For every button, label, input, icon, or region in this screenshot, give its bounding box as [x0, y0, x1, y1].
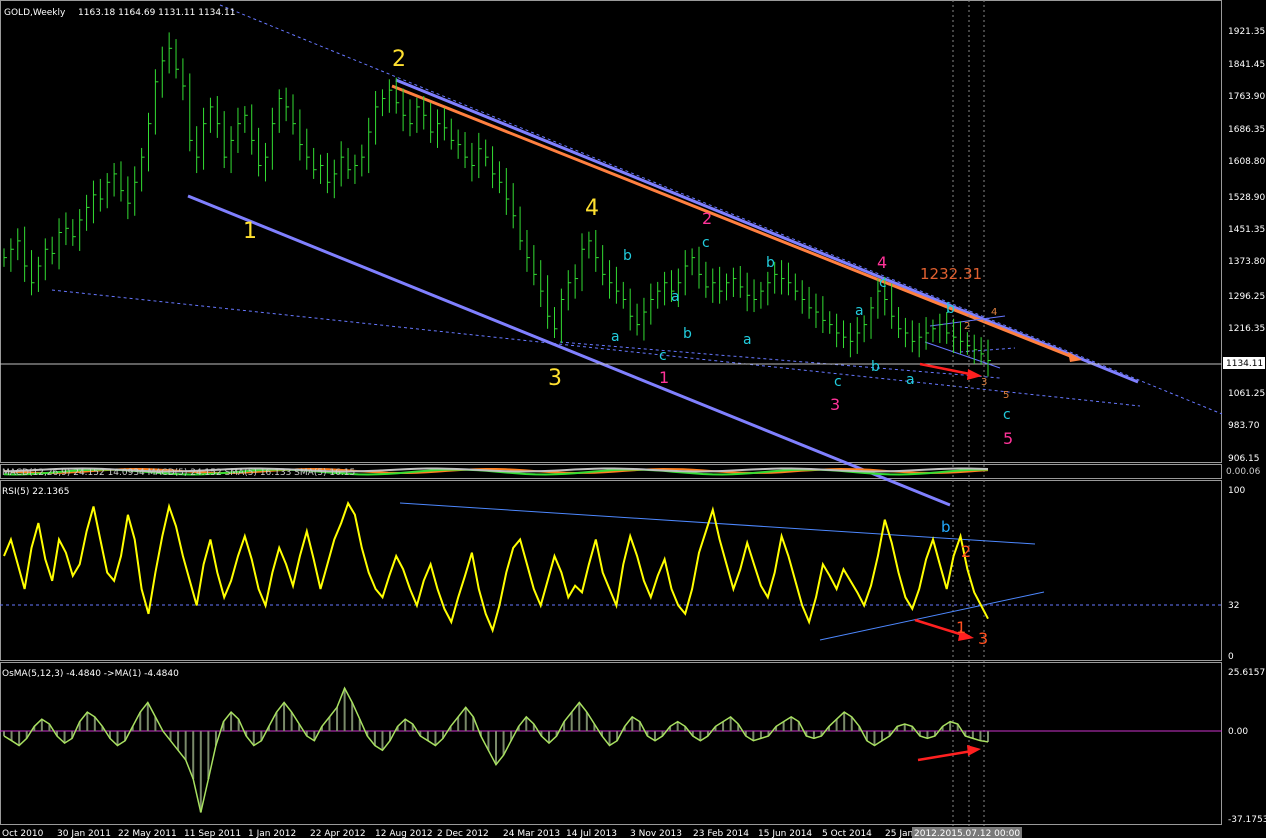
rsi-lower-trendline: [819, 591, 1045, 641]
red-arrow-price: [919, 362, 976, 377]
price-axis: 1921.35 1841.45 1763.90 1686.35 1608.80 …: [1223, 27, 1265, 464]
time-tick: 15 Jun 2014: [758, 829, 812, 838]
osma-axis: 25.6157 0.00 -37.1753: [1228, 668, 1266, 825]
time-tick: 2 Dec 2012: [437, 829, 489, 838]
time-tick: 14 Jul 2013: [566, 829, 617, 838]
red-arrowhead-price: [967, 369, 982, 380]
wave-label-magenta-5: 5: [1003, 429, 1013, 448]
wave-label-yellow-2: 2: [392, 47, 406, 72]
rsi-series: [3, 500, 989, 634]
wave-label-orange: 5: [1003, 390, 1009, 401]
channel-upper-line: [395, 78, 1139, 384]
rsi-label-3: 3: [978, 629, 988, 648]
trend-lines: [0, 0, 1223, 826]
wave-label-orange: 2: [964, 321, 970, 332]
time-tick: 22 Apr 2012: [310, 829, 366, 838]
wave-label-magenta-2: 2: [702, 209, 712, 228]
wave-label-cyan: a: [906, 372, 915, 388]
rsi-tick: 32: [1228, 601, 1239, 611]
osma-tick: 0.00: [1228, 727, 1248, 737]
panel-frames: [0, 0, 1222, 825]
red-arrow-osma: [917, 749, 973, 762]
wave-label-yellow-4: 4: [585, 196, 599, 221]
rsi-tick: 0: [1228, 652, 1234, 662]
chart-ohlc: 1163.18 1164.69 1131.11 1134.11: [78, 8, 235, 18]
wave-label-cyan: c: [1003, 407, 1011, 423]
time-tick: Oct 2010: [2, 829, 44, 838]
price-tick: 983.70: [1228, 421, 1260, 431]
upper-dashed-trendline: [219, 4, 1223, 415]
time-cursor-label: 2012.2015.07.12 00:00: [914, 829, 1020, 838]
wave-label-cyan: c: [702, 235, 710, 251]
lower-dashed-trendline: [51, 289, 1141, 407]
time-tick: 11 Sep 2011: [184, 829, 241, 838]
price-tick: 1296.25: [1228, 292, 1265, 302]
osma-tick: -37.1753: [1228, 815, 1266, 825]
rsi-label-2: 2: [961, 542, 971, 561]
price-tick: 1608.80: [1228, 157, 1265, 167]
wave-label-magenta-4: 4: [877, 253, 887, 272]
osma-series: [3, 686, 989, 813]
channel-lower-line: [187, 194, 951, 507]
rsi-label-1: 1: [956, 618, 966, 637]
price-tick: 1451.35: [1228, 225, 1265, 235]
time-tick: 5 Oct 2014: [822, 829, 872, 838]
price-tick: 1921.35: [1228, 27, 1265, 37]
time-tick: 12 Aug 2012: [375, 829, 433, 838]
rsi-axis: 100 32 0: [1228, 486, 1245, 662]
rsi-upper-trendline: [399, 502, 1036, 545]
current-price-tick: 1134.11: [1226, 359, 1263, 369]
time-tick: 1 Jan 2012: [248, 829, 296, 838]
osma-label: OsMA(5,12,3) -4.4840 ->MA(1) -4.4840: [2, 669, 179, 679]
price-tick: 1373.80: [1228, 257, 1265, 267]
time-axis: Oct 2010 30 Jan 2011 22 May 2011 11 Sep …: [2, 827, 1022, 838]
wave-label-yellow-1: 1: [243, 219, 257, 244]
orange-trend-line: [391, 84, 1076, 360]
time-tick: 25 Jan: [885, 829, 913, 838]
chart-symbol: GOLD,Weekly: [4, 8, 66, 18]
price-tick: 1686.35: [1228, 125, 1265, 135]
rsi-label-b: b: [941, 518, 951, 536]
wave-label-cyan: c: [659, 348, 667, 364]
wave-label-cyan: b: [871, 359, 880, 375]
price-tick: 1528.90: [1228, 193, 1265, 203]
osma-tick: 25.6157: [1228, 668, 1265, 678]
macd-right-label: 0.00.06: [1226, 467, 1261, 477]
time-tick: 30 Jan 2011: [57, 829, 111, 838]
time-tick: 23 Feb 2014: [693, 829, 749, 838]
wave-label-cyan: b: [766, 255, 775, 271]
price-tick: 1216.35: [1228, 324, 1265, 334]
wave-label-cyan: a: [671, 289, 680, 305]
time-tick: 22 May 2011: [118, 829, 177, 838]
price-tick: 1763.90: [1228, 92, 1265, 102]
price-annotation: 1232.31: [920, 265, 982, 283]
cyan-wave-labels: a b c a b c a b c a b c a b c: [611, 235, 1011, 423]
wave-label-orange: 3: [981, 377, 987, 388]
chart-canvas: GOLD,Weekly 1163.18 1164.69 1131.11 1134…: [0, 0, 1266, 838]
wave-label-cyan: c: [834, 374, 842, 390]
wave-label-cyan: a: [611, 329, 620, 345]
time-tick: 24 Mar 2013: [503, 829, 560, 838]
rsi-tick: 100: [1228, 486, 1245, 496]
rsi-label: RSI(5) 22.1365: [2, 487, 69, 497]
wave-label-orange: 4: [991, 307, 997, 318]
wave-label-cyan: b: [683, 326, 692, 342]
wave-label-cyan: a: [855, 303, 864, 319]
candlestick-series: [3, 32, 991, 377]
wave-label-magenta-3: 3: [830, 395, 840, 414]
price-tick: 1061.25: [1228, 389, 1265, 399]
rsi-line: [3, 500, 989, 634]
wave-label-cyan: c: [879, 275, 887, 291]
price-tick: 906.15: [1228, 454, 1260, 464]
wave-label-yellow-3: 3: [548, 366, 562, 391]
wave-label-cyan: b: [623, 248, 632, 264]
wave-label-cyan: a: [743, 332, 752, 348]
price-tick: 1841.45: [1228, 60, 1265, 70]
wave-label-magenta-1: 1: [659, 368, 669, 387]
red-arrowhead-osma: [967, 745, 981, 756]
macd-label: MACD(12,26,9) 24.152 14.0934 MACD(5) 24.…: [2, 468, 355, 478]
time-tick: 3 Nov 2013: [630, 829, 682, 838]
wave-label-cyan: b: [946, 301, 955, 317]
